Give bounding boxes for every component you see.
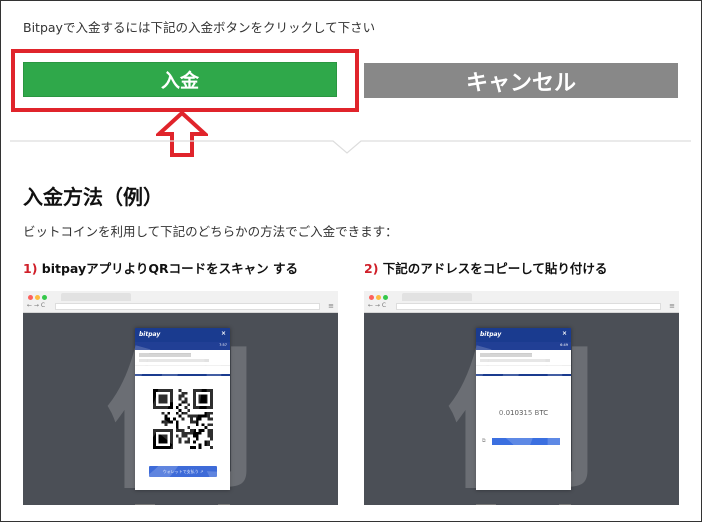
example-screenshot-qr: ← → C ≡ bitpay × 7:57 ウォレットで支払う ↗ — [23, 291, 338, 505]
invoice-info — [135, 350, 230, 366]
section-divider — [10, 140, 691, 154]
bitcoin-address — [492, 438, 560, 445]
nav-arrows-icon: ← → C — [368, 302, 387, 309]
instruction-text: Bitpayで入金するには下記の入金ボタンをクリックして下さい — [23, 20, 376, 35]
modal-tabs — [135, 366, 230, 376]
window-close-dot — [369, 295, 374, 300]
page-frame: Bitpayで入金するには下記の入金ボタンをクリックして下さい 入金 キャンセル… — [0, 0, 702, 522]
window-minimize-dot — [376, 295, 381, 300]
section-description: ビットコインを利用して下記のどちらかの方法でご入金できます： — [23, 224, 398, 239]
bitpay-modal-header: bitpay × — [135, 328, 230, 342]
method-2-number: 2) — [364, 261, 379, 276]
url-bar — [55, 303, 320, 310]
bitpay-logo: bitpay — [139, 331, 161, 338]
window-close-dot — [28, 295, 33, 300]
method-1-label: 1) bitpayアプリよりQRコードをスキャン する — [23, 258, 298, 277]
method-1-number: 1) — [23, 261, 38, 276]
browser-bar: ← → C ≡ — [23, 291, 338, 313]
window-maximize-dot — [42, 295, 47, 300]
btc-amount: 0.010315 BTC — [498, 409, 549, 417]
example-screenshot-address: ← → C ≡ bitpay × 6:49 0.010315 BTC ⧉ — [364, 291, 679, 505]
close-icon: × — [561, 330, 567, 337]
qr-code — [153, 389, 213, 449]
bitpay-logo: bitpay — [480, 331, 502, 338]
method-1-text: bitpayアプリよりQRコードをスキャン する — [37, 261, 298, 276]
window-minimize-dot — [35, 295, 40, 300]
section-title: 入金方法（例） — [23, 185, 163, 209]
browser-tab — [402, 293, 472, 301]
close-icon: × — [220, 330, 226, 337]
menu-icon: ≡ — [669, 302, 675, 310]
address-row: ⧉ — [482, 438, 565, 446]
url-bar — [396, 303, 661, 310]
bitpay-modal-header: bitpay × — [476, 328, 571, 342]
deposit-button[interactable]: 入金 — [23, 62, 337, 97]
bitpay-modal-subheader: 7:57 — [135, 342, 230, 350]
method-2-label: 2) 下記のアドレスをコピーして貼り付ける — [364, 258, 607, 277]
invoice-timer: 7:57 — [219, 343, 227, 347]
browser-tab — [61, 293, 131, 301]
menu-icon: ≡ — [328, 302, 334, 310]
cancel-button[interactable]: キャンセル — [364, 63, 678, 98]
method-2-text: 下記のアドレスをコピーして貼り付ける — [378, 261, 608, 276]
copy-icon: ⧉ — [482, 438, 486, 444]
invoice-info — [476, 350, 571, 366]
bitpay-modal-subheader: 6:49 — [476, 342, 571, 350]
browser-bar: ← → C ≡ — [364, 291, 679, 313]
invoice-timer: 6:49 — [560, 343, 568, 347]
pay-with-wallet-button: ウォレットで支払う ↗ — [149, 466, 217, 477]
modal-tabs — [476, 366, 571, 376]
bitpay-modal: bitpay × 7:57 ウォレットで支払う ↗ — [135, 328, 230, 505]
window-maximize-dot — [383, 295, 388, 300]
bitpay-modal: bitpay × 6:49 0.010315 BTC ⧉ — [476, 328, 571, 505]
nav-arrows-icon: ← → C — [27, 302, 46, 309]
